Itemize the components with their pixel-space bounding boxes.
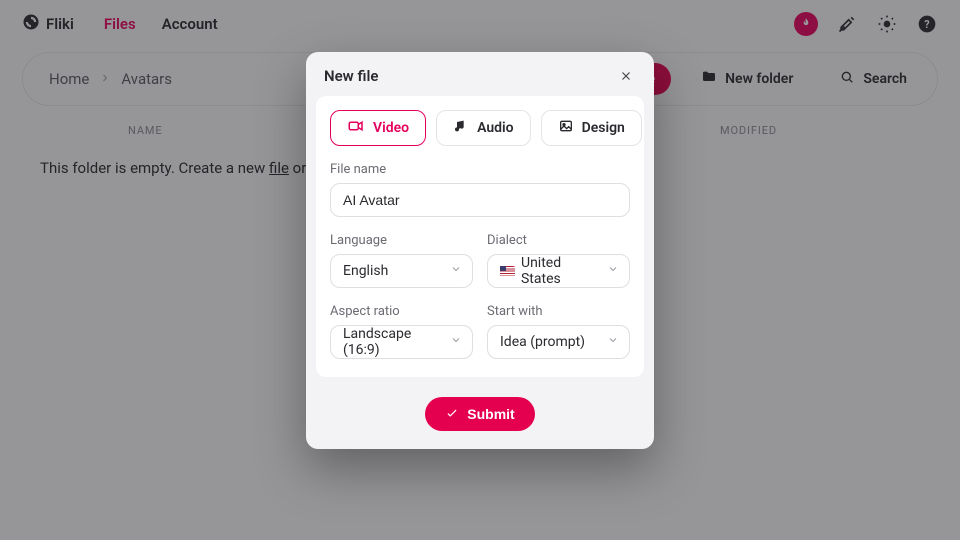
start-with-select[interactable]: Idea (prompt) [487, 325, 630, 359]
us-flag-icon [500, 266, 515, 277]
file-name-input[interactable] [330, 183, 630, 217]
modal-title: New file [324, 67, 378, 85]
chevron-down-icon [450, 334, 462, 350]
dialect-select[interactable]: United States [487, 254, 630, 288]
check-icon [445, 406, 459, 423]
type-chip-audio[interactable]: Audio [436, 110, 531, 146]
aspect-ratio-label: Aspect ratio [330, 304, 473, 319]
file-name-label: File name [330, 162, 630, 177]
start-with-label: Start with [487, 304, 630, 319]
new-file-dialog: New file Video Audio [306, 52, 654, 449]
close-button[interactable] [616, 66, 636, 86]
language-select[interactable]: English [330, 254, 473, 288]
dialect-label: Dialect [487, 233, 630, 248]
chevron-down-icon [450, 263, 462, 279]
modal-overlay[interactable]: New file Video Audio [0, 0, 960, 540]
chevron-down-icon [607, 334, 619, 350]
type-chip-design[interactable]: Design [541, 110, 642, 146]
aspect-ratio-select[interactable]: Landscape (16:9) [330, 325, 473, 359]
video-icon [347, 117, 365, 139]
image-icon [558, 118, 574, 138]
audio-icon [453, 118, 469, 138]
chevron-down-icon [607, 263, 619, 279]
submit-button[interactable]: Submit [425, 397, 534, 431]
type-chip-video[interactable]: Video [330, 110, 426, 146]
language-label: Language [330, 233, 473, 248]
